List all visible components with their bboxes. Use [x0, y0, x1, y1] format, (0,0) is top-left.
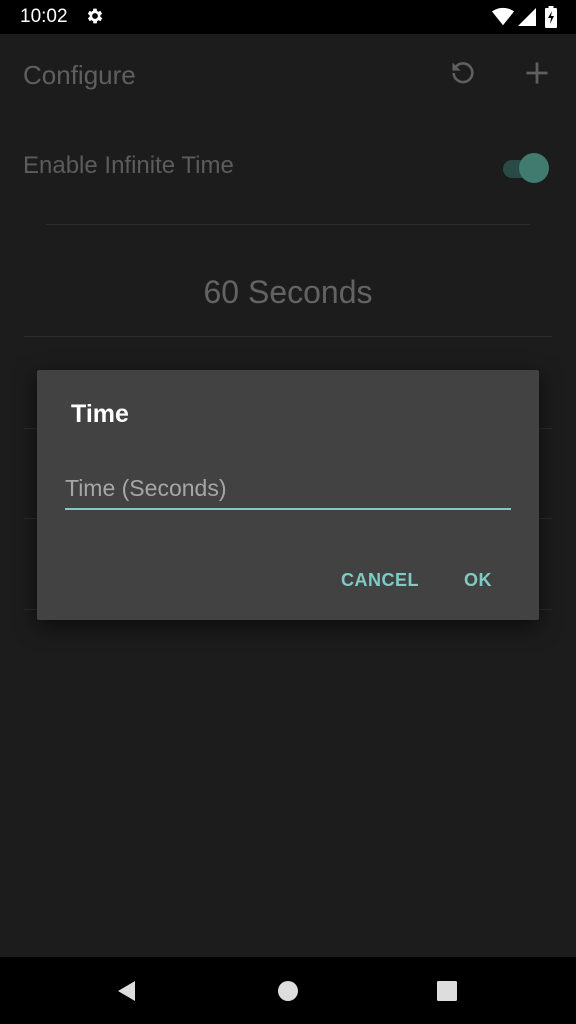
app-bar: Configure: [0, 34, 576, 112]
screen: 10:02 Configure Enable Infinite Time 60 …: [0, 0, 576, 1024]
gear-icon: [87, 8, 103, 24]
back-icon[interactable]: [115, 979, 139, 1003]
nav-bar: [0, 957, 576, 1024]
seconds-value[interactable]: 60 Seconds: [0, 274, 576, 311]
cancel-button[interactable]: CANCEL: [335, 566, 425, 595]
ok-button[interactable]: OK: [458, 566, 498, 595]
dialog-title: Time: [71, 400, 129, 428]
wifi-icon: [492, 7, 514, 26]
signal-icon: [518, 8, 536, 26]
page-title: Configure: [23, 60, 136, 90]
status-time: 10:02: [20, 6, 68, 27]
time-seconds-input[interactable]: [65, 468, 511, 510]
divider: [46, 224, 530, 225]
home-icon[interactable]: [276, 979, 300, 1003]
recents-icon[interactable]: [435, 979, 459, 1003]
status-bar: 10:02: [0, 0, 576, 34]
infinite-time-label: Enable Infinite Time: [23, 152, 234, 179]
divider: [24, 336, 552, 337]
reset-icon[interactable]: [449, 59, 477, 87]
infinite-time-switch-thumb[interactable]: [519, 153, 549, 183]
add-icon[interactable]: [523, 59, 551, 87]
battery-icon: [545, 6, 557, 28]
time-dialog: Time CANCEL OK: [37, 370, 539, 620]
